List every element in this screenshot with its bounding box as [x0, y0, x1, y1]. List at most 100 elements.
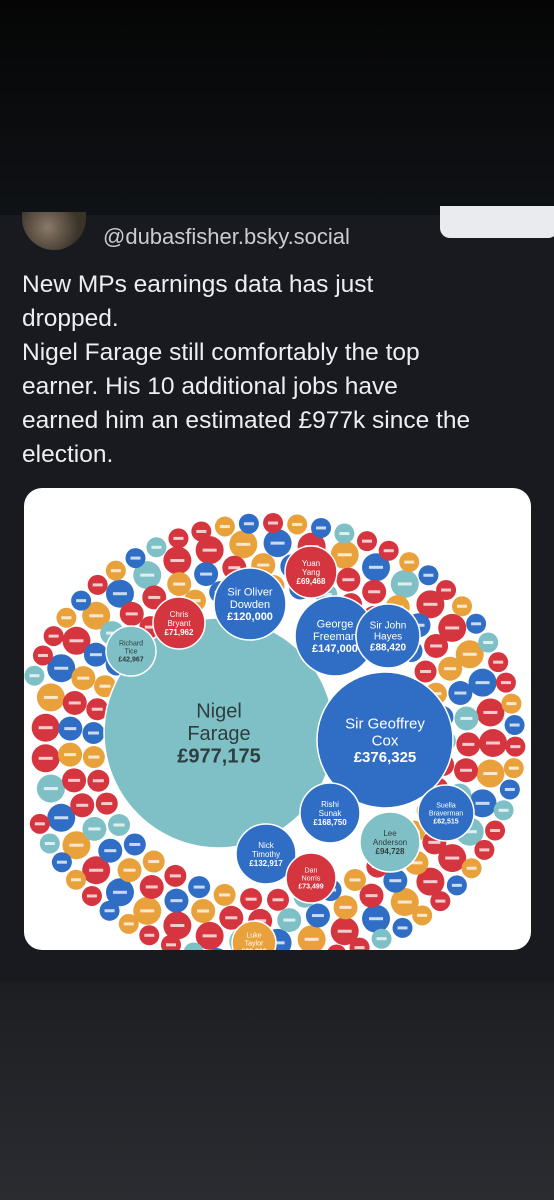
- small-bubble: [31, 713, 60, 742]
- small-bubble: [454, 706, 479, 731]
- bubble-name: Nick: [258, 841, 275, 850]
- bubble-value: £132,917: [249, 859, 283, 868]
- bubble-value: £62,515: [433, 818, 458, 825]
- small-bubble: [479, 729, 507, 757]
- bubble: Sir JohnHayes£88,420: [355, 603, 421, 669]
- post-text-line: dropped.: [22, 305, 119, 332]
- small-bubble: [305, 903, 330, 928]
- small-bubble: [229, 530, 258, 559]
- small-bubble: [240, 888, 263, 911]
- small-bubble: [58, 742, 83, 767]
- bubble-value: £376,325: [354, 749, 417, 766]
- small-bubble: [29, 813, 50, 834]
- small-bubble: [213, 883, 236, 906]
- small-bubble: [214, 516, 235, 537]
- small-bubble: [474, 839, 495, 860]
- small-bubble: [297, 925, 326, 950]
- bubble-name: George: [317, 619, 354, 631]
- bubble: LeeAnderson£94,728: [359, 811, 421, 873]
- small-bubble: [119, 601, 144, 626]
- small-bubble: [87, 574, 108, 595]
- bubble-name: Chris: [170, 610, 189, 619]
- bubble-value: £42,967: [118, 656, 143, 663]
- small-bubble: [362, 904, 391, 933]
- small-bubble: [65, 869, 86, 890]
- bubble-name: Yang: [302, 568, 320, 577]
- small-bubble: [191, 521, 212, 542]
- small-bubble: [146, 537, 167, 558]
- small-bubble: [82, 722, 105, 745]
- small-bubble: [504, 715, 525, 736]
- bubble-name: Tice: [125, 648, 138, 655]
- post-text-line: New MPs earnings data has just: [22, 271, 374, 298]
- small-bubble: [81, 885, 102, 906]
- small-bubble: [62, 768, 87, 793]
- small-bubble: [503, 758, 524, 779]
- bubble: ChrisBryant£71,962: [152, 596, 206, 650]
- small-bubble: [70, 793, 95, 818]
- small-bubble: [357, 531, 378, 552]
- small-bubble: [424, 633, 449, 658]
- bubble-value: £168,750: [313, 818, 347, 827]
- post-text-line: earned him an estimated £977k since the: [22, 407, 471, 434]
- bubble-name: Cox: [372, 732, 399, 749]
- small-bubble: [461, 858, 482, 879]
- small-bubble: [39, 833, 60, 854]
- follow-button[interactable]: [440, 206, 554, 238]
- small-bubble: [43, 626, 64, 647]
- small-bubble: [82, 816, 107, 841]
- post-text-line: earner. His 10 additional jobs have: [22, 373, 398, 400]
- small-bubble: [62, 690, 87, 715]
- small-bubble: [117, 858, 142, 883]
- bubble: Sir OliverDowden£120,000: [213, 567, 287, 641]
- post-handle[interactable]: @dubasfisher.bsky.social: [103, 224, 350, 250]
- chart-image-card[interactable]: Nigel Farage £977,175 Sir Geoffrey Cox £376,3…: [24, 488, 531, 950]
- bubble: RichardTice£42,967: [105, 625, 157, 677]
- small-bubble: [468, 668, 497, 697]
- small-bubble: [495, 672, 516, 693]
- small-bubble: [505, 736, 526, 757]
- post-text-line: election.: [22, 441, 114, 468]
- small-bubble: [51, 852, 72, 873]
- bubble-name: Braverman: [429, 810, 463, 817]
- small-bubble: [142, 850, 165, 873]
- post-text: New MPs earnings data has just dropped. …: [22, 268, 532, 472]
- small-bubble: [164, 888, 189, 913]
- post-text-line: Nigel Farage still comfortably the top: [22, 339, 420, 366]
- small-bubble: [139, 925, 160, 946]
- bubble-name: Freeman: [313, 631, 357, 643]
- bubble-name: Nigel: [196, 701, 242, 723]
- small-bubble: [87, 769, 110, 792]
- small-bubble: [399, 552, 420, 573]
- bubble-name: Luke: [246, 933, 261, 940]
- small-bubble: [188, 876, 211, 899]
- bubble: SuellaBraverman£62,515: [417, 784, 475, 842]
- bubble: RishiSunak£168,750: [299, 782, 361, 844]
- bubble: DanNorris£73,499: [285, 852, 337, 904]
- small-bubble: [82, 746, 105, 769]
- small-bubble: [446, 875, 467, 896]
- small-bubble: [390, 569, 419, 598]
- bubble-value: £71,962: [165, 628, 194, 637]
- small-bubble: [488, 652, 509, 673]
- bubble-name: Bryant: [167, 619, 191, 628]
- small-bubble: [125, 548, 146, 569]
- small-bubble: [430, 891, 451, 912]
- small-bubble: [344, 868, 367, 891]
- small-bubble: [392, 917, 413, 938]
- bubble-name: Sunak: [319, 809, 343, 818]
- bubble-name: Suella: [436, 803, 456, 810]
- bubble-name: Richard: [119, 641, 143, 648]
- bubble-name: Lee: [383, 829, 397, 838]
- small-bubble: [485, 820, 506, 841]
- small-bubble: [438, 656, 463, 681]
- small-bubble: [83, 642, 108, 667]
- bottom-dark-band: [0, 981, 554, 1200]
- small-bubble: [311, 517, 332, 538]
- bubble-name: Dowden: [230, 599, 270, 611]
- bubble: YuanYang£69,468: [284, 545, 338, 599]
- bubble-name: Hayes: [374, 632, 402, 643]
- small-bubble: [36, 774, 65, 803]
- small-bubble: [327, 944, 346, 950]
- small-bubble: [418, 565, 439, 586]
